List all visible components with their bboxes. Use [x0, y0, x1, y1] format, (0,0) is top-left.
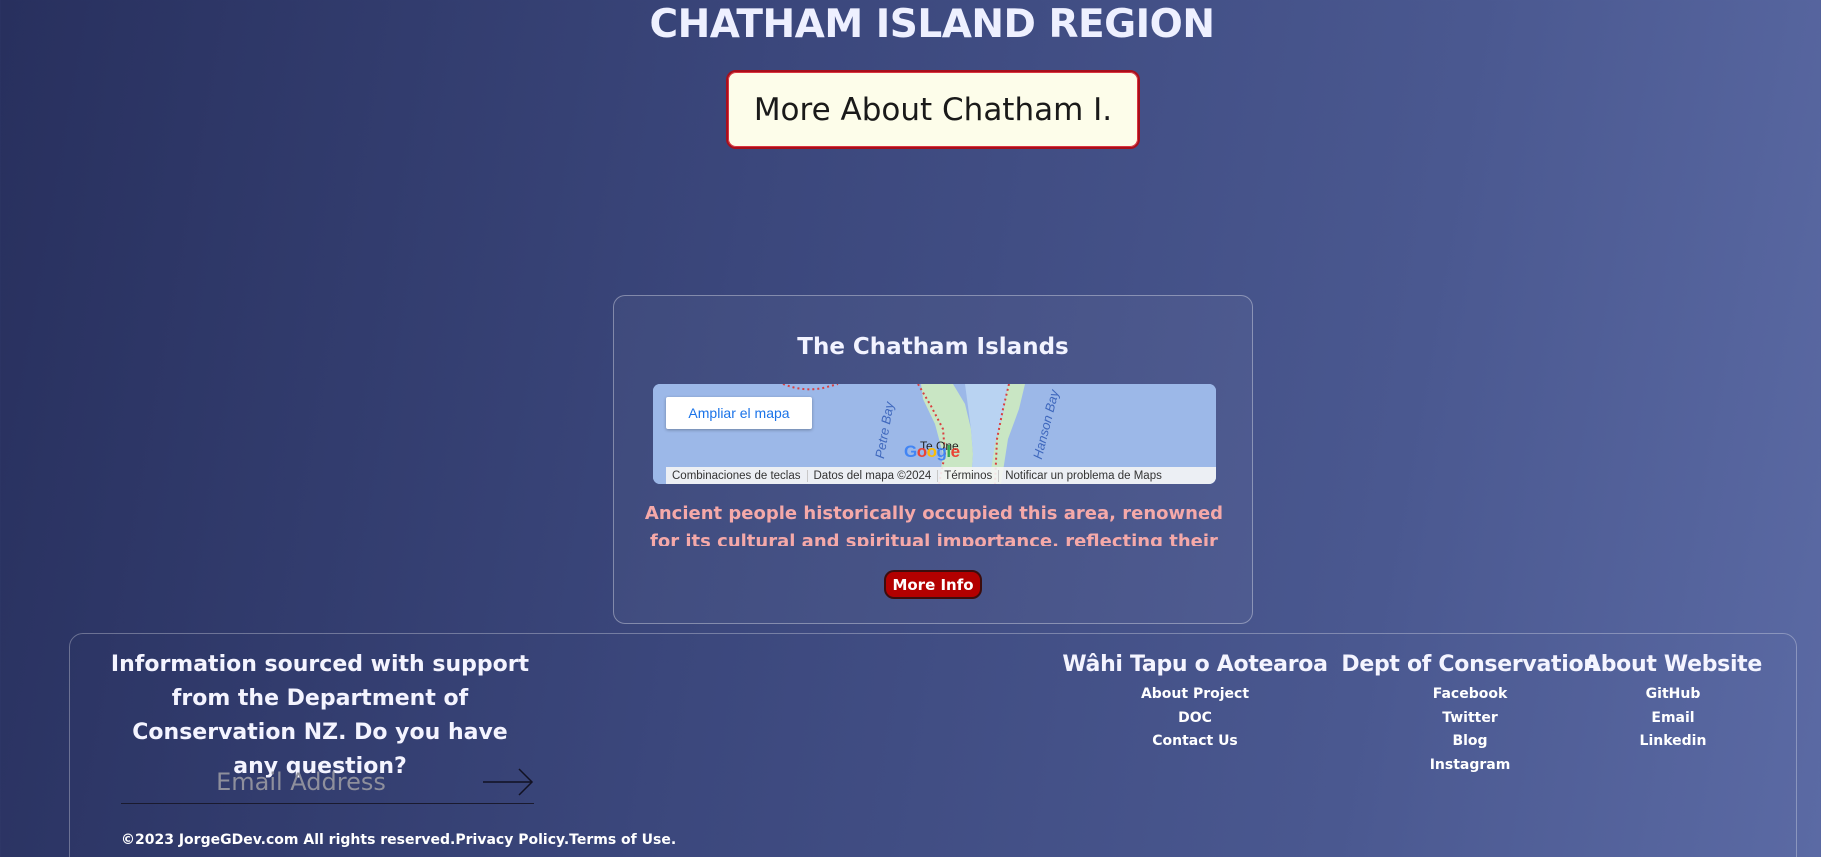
footer-column-title: About Website	[1583, 652, 1763, 677]
copyright: ©2023 JorgeGDev.com All rights reserved.…	[121, 832, 676, 848]
footer-link-linkedin[interactable]: Linkedin	[1573, 730, 1773, 754]
google-logo: Google	[904, 442, 960, 461]
footer-link-contact-us[interactable]: Contact Us	[1045, 730, 1345, 754]
island-card: The Chatham Islands Ampliar el mapa Petr…	[613, 295, 1253, 624]
copyright-text: ©2023 JorgeGDev.com All rights reserved.	[121, 832, 456, 848]
privacy-policy-link[interactable]: Privacy Policy.	[455, 832, 569, 848]
more-about-button[interactable]: More About Chatham I.	[726, 70, 1140, 149]
footer-link-github[interactable]: GitHub	[1573, 683, 1773, 707]
report-problem-link[interactable]: Notificar un problema de Maps	[999, 470, 1168, 482]
more-info-button[interactable]: More Info	[884, 570, 982, 599]
embedded-map[interactable]: Ampliar el mapa Petre Bay Hanson Bay Te …	[653, 384, 1216, 484]
footer-link-doc[interactable]: DOC	[1045, 707, 1345, 731]
site-footer: Information sourced with support from th…	[69, 633, 1797, 857]
terms-link[interactable]: Términos	[938, 469, 1000, 482]
footer-link-about-project[interactable]: About Project	[1045, 683, 1345, 707]
footer-column-title: Wâhi Tapu o Aotearoa	[1062, 652, 1328, 677]
footer-link-email[interactable]: Email	[1573, 707, 1773, 731]
map-data-label: Datos del mapa ©2024	[808, 469, 939, 482]
card-title: The Chatham Islands	[797, 334, 1069, 360]
expand-map-button[interactable]: Ampliar el mapa	[666, 397, 812, 429]
footer-column-wahi-tapu: Wâhi Tapu o Aotearoa About Project DOC C…	[1045, 648, 1345, 754]
email-input[interactable]	[121, 762, 481, 802]
footer-link-instagram[interactable]: Instagram	[1320, 754, 1620, 778]
page-title: CHATHAM ISLAND REGION	[649, 2, 1215, 47]
map-footer: Combinaciones de teclas Datos del mapa ©…	[666, 467, 1216, 484]
card-description: Ancient people historically occupied thi…	[644, 503, 1224, 546]
keyboard-shortcuts-link[interactable]: Combinaciones de teclas	[666, 469, 808, 482]
footer-column-about-website: About Website GitHub Email Linkedin	[1573, 648, 1773, 754]
email-form	[121, 762, 534, 804]
terms-of-use-link[interactable]: Terms of Use.	[569, 832, 676, 848]
arrow-right-icon[interactable]	[482, 767, 534, 797]
